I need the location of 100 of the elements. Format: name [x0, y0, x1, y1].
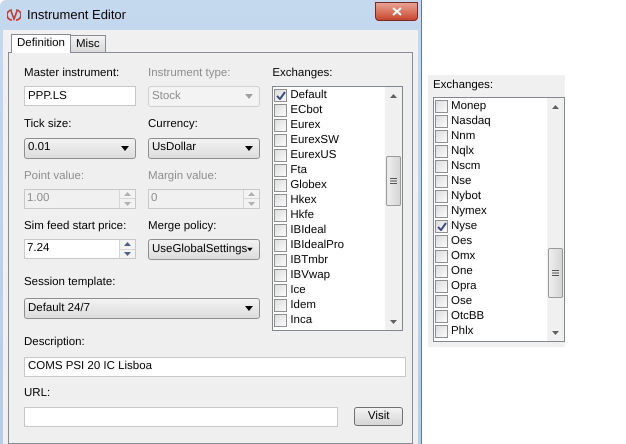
scrollbar[interactable] [385, 87, 402, 330]
field-value: 0 [151, 191, 158, 206]
checkbox[interactable] [274, 299, 288, 312]
caret-icon [245, 306, 253, 312]
caret-icon [245, 146, 253, 150]
exchange-item[interactable]: ECbot [274, 103, 385, 118]
exchange-item[interactable]: Hkfe [274, 208, 385, 224]
exchange-item[interactable]: Nybot [435, 189, 547, 204]
spinner-field[interactable]: 7.24 [24, 239, 136, 259]
exchange-item[interactable]: Omx [435, 249, 547, 264]
scroll-thumb[interactable] [548, 248, 563, 298]
checkbox[interactable] [435, 145, 448, 158]
checkbox[interactable] [435, 160, 448, 174]
tab[interactable]: Misc [70, 35, 106, 52]
exchange-item[interactable]: One [435, 264, 547, 280]
checkbox[interactable] [435, 280, 448, 294]
tab[interactable]: Definition [11, 34, 71, 53]
checkbox[interactable] [274, 314, 288, 328]
field-label: Currency: [148, 117, 199, 132]
exchange-list[interactable]: Monep Nasdaq Nnm Nqlx Nscm Nse Nybot Nymex Nyse Oes Omx One Opra Ose OtcBB Phlx [433, 97, 565, 342]
spin-up-button[interactable] [120, 240, 135, 250]
dropdown[interactable]: UseGlobalSettings [148, 239, 260, 260]
checkbox[interactable] [435, 115, 448, 128]
text-field[interactable] [24, 406, 338, 427]
field-label: Exchanges: [272, 66, 334, 81]
exchange-item[interactable]: Nqlx [435, 144, 547, 160]
field-label: Instrument type: [148, 66, 232, 81]
exchange-item[interactable]: OtcBB [435, 309, 547, 324]
exchange-item[interactable]: Nasdaq [435, 114, 547, 130]
exchange-item[interactable]: Hkex [274, 193, 385, 208]
scroll-thumb[interactable] [386, 156, 401, 206]
checkbox[interactable] [274, 254, 288, 268]
exchange-item[interactable]: IBIdealPro [274, 238, 385, 254]
check-icon [436, 222, 446, 232]
exchange-item[interactable]: Nnm [435, 129, 547, 144]
exchange-item[interactable]: Eurex [274, 118, 385, 134]
checkbox[interactable] [274, 194, 288, 208]
exchange-item[interactable]: Globex [274, 178, 385, 194]
checkbox[interactable] [274, 269, 288, 282]
field-label: Tick size: [24, 117, 72, 132]
checkbox[interactable] [435, 250, 448, 264]
checkbox[interactable] [274, 89, 288, 102]
checkbox[interactable] [274, 284, 288, 298]
dropdown[interactable]: 0.01 [24, 138, 136, 158]
checkbox[interactable] [435, 100, 448, 114]
exchange-item[interactable]: Inca [274, 313, 385, 328]
field-label: Sim feed start price: [24, 218, 128, 234]
exchange-item[interactable]: Default [274, 88, 385, 104]
checkbox[interactable] [274, 209, 288, 222]
checkbox[interactable] [274, 239, 288, 252]
checkbox[interactable] [435, 130, 448, 144]
exchange-item[interactable]: Nse [435, 174, 547, 190]
visit-button[interactable]: Visit [354, 407, 403, 426]
checkbox[interactable] [435, 190, 448, 204]
caret-icon [121, 146, 129, 150]
exchange-item[interactable]: EurexSW [274, 133, 385, 148]
field-label: Description: [24, 335, 86, 350]
exchange-list[interactable]: Default ECbot Eurex EurexSW EurexUS Fta Globex Hkex Hkfe IBIdeal IBIdealPro IBTmbr IBVwap Ice Idem Inca [272, 86, 403, 332]
dropdown[interactable]: UsDollar [148, 138, 260, 158]
exchange-item[interactable]: Fta [274, 163, 385, 178]
exchange-item[interactable]: EurexUS [274, 148, 385, 164]
exchange-item[interactable]: Oes [435, 234, 547, 250]
down-arrow-icon [552, 330, 559, 335]
exchange-item[interactable]: Monep [435, 99, 547, 114]
checkbox[interactable] [435, 325, 448, 338]
close-button[interactable] [375, 2, 418, 21]
checkbox[interactable] [435, 235, 448, 248]
checkbox[interactable] [274, 179, 288, 192]
checkbox[interactable] [435, 310, 448, 324]
exchange-item[interactable]: Opra [435, 279, 547, 294]
checkbox[interactable] [435, 265, 448, 278]
checkbox[interactable] [274, 224, 288, 238]
checkbox[interactable] [274, 119, 288, 132]
checkbox[interactable] [274, 104, 288, 118]
exchange-item[interactable]: Nscm [435, 159, 547, 174]
exchange-item[interactable]: IBVwap [274, 268, 385, 284]
app-logo-icon [7, 9, 21, 21]
field-label: Margin value: [148, 168, 218, 184]
exchange-item[interactable]: Nymex [435, 204, 547, 220]
exchange-item[interactable]: IBIdeal [274, 223, 385, 238]
checkbox[interactable] [274, 164, 288, 178]
exchange-item[interactable]: Nyse [435, 219, 547, 234]
grip-icon [390, 178, 397, 184]
text-field[interactable]: PPP.LS [24, 86, 136, 106]
checkbox[interactable] [435, 205, 448, 218]
down-arrow-icon [124, 202, 131, 206]
checkbox[interactable] [274, 134, 288, 148]
exchange-item[interactable]: Ose [435, 294, 547, 310]
checkbox[interactable] [274, 149, 288, 162]
exchange-item[interactable]: Ice [274, 283, 385, 298]
text-field[interactable]: COMS PSI 20 IC Lisboa [24, 356, 406, 376]
exchange-item[interactable]: Idem [274, 298, 385, 314]
checkbox[interactable] [435, 175, 448, 188]
checkbox[interactable] [435, 295, 448, 308]
exchange-item[interactable]: Phlx [435, 324, 547, 340]
dropdown[interactable]: Default 24/7 [24, 298, 260, 320]
exchange-item[interactable]: IBTmbr [274, 253, 385, 268]
scrollbar[interactable] [547, 98, 564, 342]
field-value: COMS PSI 20 IC Lisboa [28, 358, 152, 374]
checkbox[interactable] [435, 220, 448, 234]
